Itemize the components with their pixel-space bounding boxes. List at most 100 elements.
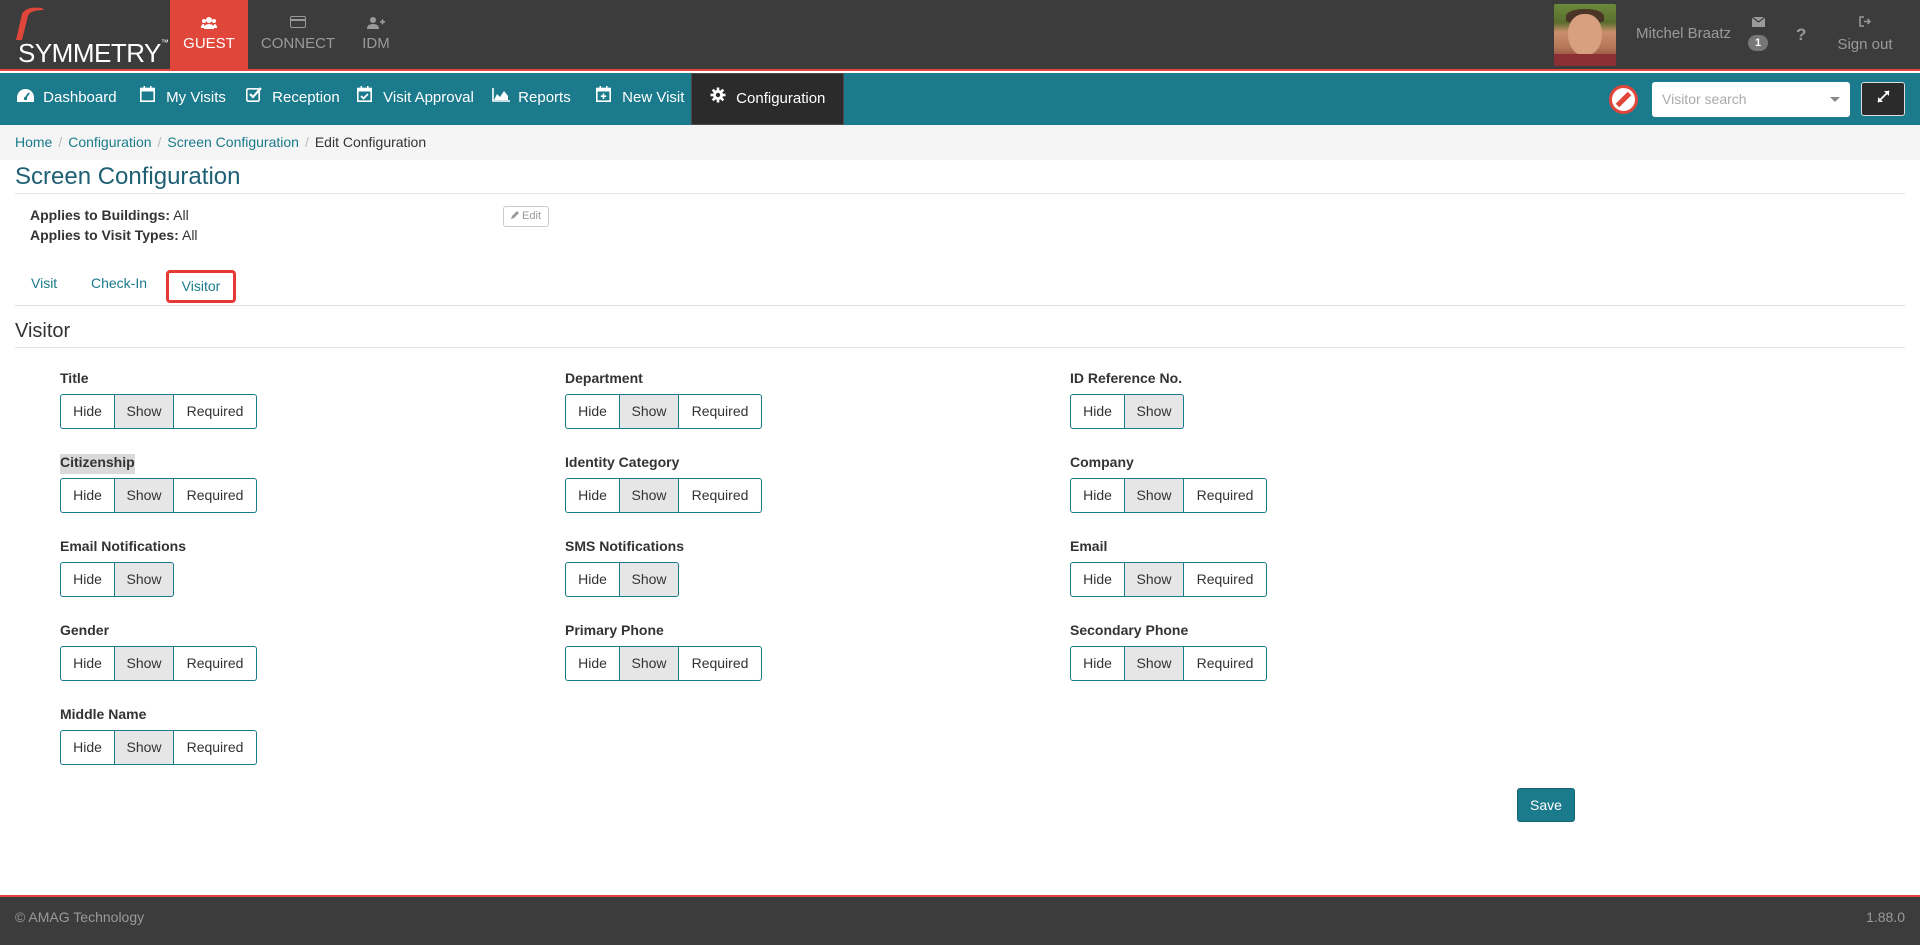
- user-avatar[interactable]: [1554, 4, 1616, 66]
- field-department: Department Hide Show Required: [565, 370, 762, 429]
- field-label: SMS Notifications: [565, 538, 685, 554]
- breadcrumb-configuration[interactable]: Configuration: [68, 134, 151, 150]
- hide-button[interactable]: Hide: [60, 478, 115, 513]
- applies-buildings-label: Applies to Buildings:: [30, 207, 170, 223]
- nav-configuration[interactable]: Configuration: [691, 73, 845, 125]
- help-button[interactable]: ?: [1796, 25, 1806, 45]
- breadcrumb-home[interactable]: Home: [15, 134, 52, 150]
- nav-new-visit[interactable]: New Visit: [596, 73, 684, 125]
- show-button[interactable]: Show: [620, 562, 679, 597]
- nav-label: Visit Approval: [383, 89, 474, 106]
- show-button[interactable]: Show: [1125, 394, 1184, 429]
- messages-badge: 1: [1748, 35, 1768, 51]
- show-button[interactable]: Show: [115, 394, 174, 429]
- field-gender: Gender Hide Show Required: [60, 622, 257, 681]
- gear-icon: [710, 74, 732, 124]
- field-label: Gender: [60, 622, 110, 638]
- tab-visit[interactable]: Visit: [31, 275, 57, 291]
- hide-button[interactable]: Hide: [565, 646, 620, 681]
- field-label: ID Reference No.: [1070, 370, 1183, 386]
- hide-button[interactable]: Hide: [60, 646, 115, 681]
- required-button[interactable]: Required: [174, 478, 257, 513]
- app-tab-connect[interactable]: CONNECT: [259, 0, 337, 71]
- field-company: Company Hide Show Required: [1070, 454, 1267, 513]
- field-email-notifications: Email Notifications Hide Show: [60, 538, 186, 597]
- nav-visit-approval[interactable]: Visit Approval: [357, 73, 474, 125]
- app-tab-idm[interactable]: IDM: [337, 0, 415, 71]
- required-button[interactable]: Required: [679, 394, 762, 429]
- required-button[interactable]: Required: [1184, 646, 1267, 681]
- required-button[interactable]: Required: [174, 730, 257, 765]
- edit-label: Edit: [522, 210, 542, 222]
- edit-button[interactable]: Edit: [503, 206, 549, 227]
- app-tab-guest[interactable]: GUEST: [170, 0, 248, 71]
- required-button[interactable]: Required: [679, 478, 762, 513]
- field-identity-category: Identity Category Hide Show Required: [565, 454, 762, 513]
- dashboard-icon: [17, 73, 39, 122]
- group-icon: [170, 16, 248, 34]
- hide-button[interactable]: Hide: [60, 562, 115, 597]
- hide-button[interactable]: Hide: [1070, 394, 1125, 429]
- messages-button[interactable]: 1: [1744, 15, 1772, 51]
- hide-button[interactable]: Hide: [565, 394, 620, 429]
- hide-button[interactable]: Hide: [1070, 478, 1125, 513]
- required-button[interactable]: Required: [174, 646, 257, 681]
- visibility-toggle-group: Hide Show Required: [60, 730, 257, 765]
- hide-button[interactable]: Hide: [60, 730, 115, 765]
- nav-reception[interactable]: Reception: [246, 73, 340, 125]
- hide-button[interactable]: Hide: [1070, 562, 1125, 597]
- breadcrumb-screen-configuration[interactable]: Screen Configuration: [167, 134, 299, 150]
- hide-button[interactable]: Hide: [565, 478, 620, 513]
- field-sms-notifications: SMS Notifications Hide Show: [565, 538, 684, 597]
- nav-label: New Visit: [622, 89, 685, 106]
- divider: [15, 305, 1905, 306]
- nav-my-visits[interactable]: My Visits: [140, 73, 226, 125]
- hide-button[interactable]: Hide: [1070, 646, 1125, 681]
- field-label: Primary Phone: [565, 622, 664, 638]
- visibility-toggle-group: Hide Show: [60, 562, 186, 597]
- hide-button[interactable]: Hide: [60, 394, 115, 429]
- field-label: Company: [1070, 454, 1134, 470]
- field-label: Email Notifications: [60, 538, 187, 554]
- tab-visitor[interactable]: Visitor: [166, 270, 236, 303]
- tab-check-in[interactable]: Check-In: [91, 275, 147, 291]
- visitor-search-select[interactable]: Visitor search: [1652, 82, 1850, 117]
- applies-visit-types-value: All: [181, 227, 198, 243]
- calendar-icon: [140, 73, 162, 122]
- show-button[interactable]: Show: [115, 646, 174, 681]
- field-label: Title: [60, 370, 89, 386]
- show-button[interactable]: Show: [1125, 562, 1184, 597]
- show-button[interactable]: Show: [115, 562, 174, 597]
- sign-out-button[interactable]: Sign out: [1836, 16, 1894, 53]
- card-icon: [259, 16, 337, 34]
- show-button[interactable]: Show: [115, 730, 174, 765]
- hide-button[interactable]: Hide: [565, 562, 620, 597]
- required-button[interactable]: Required: [1184, 562, 1267, 597]
- nav-dashboard[interactable]: Dashboard: [17, 73, 117, 125]
- show-button[interactable]: Show: [620, 478, 679, 513]
- nav-reports[interactable]: Reports: [492, 73, 571, 125]
- visibility-toggle-group: Hide Show Required: [60, 394, 257, 429]
- show-button[interactable]: Show: [1125, 478, 1184, 513]
- breadcrumb: Home / Configuration / Screen Configuration /…: [15, 134, 427, 150]
- no-entry-icon[interactable]: [1609, 85, 1638, 114]
- save-button[interactable]: Save: [1517, 788, 1575, 822]
- field-label: Email: [1070, 538, 1108, 554]
- required-button[interactable]: Required: [174, 394, 257, 429]
- show-button[interactable]: Show: [1125, 646, 1184, 681]
- required-button[interactable]: Required: [1184, 478, 1267, 513]
- footer-version: 1.88.0: [1866, 909, 1905, 925]
- fullscreen-button[interactable]: [1861, 82, 1905, 116]
- show-button[interactable]: Show: [620, 646, 679, 681]
- logo-text: SYMMETRY: [18, 38, 161, 68]
- symmetry-logo[interactable]: SYMMETRY™: [6, 4, 169, 68]
- breadcrumb-current: Edit Configuration: [314, 134, 427, 150]
- show-button[interactable]: Show: [620, 394, 679, 429]
- field-secondary-phone: Secondary Phone Hide Show Required: [1070, 622, 1267, 681]
- visibility-toggle-group: Hide Show Required: [1070, 478, 1267, 513]
- applies-visit-types: Applies to Visit Types: All: [30, 227, 198, 243]
- visitor-search-placeholder: Visitor search: [1662, 91, 1747, 107]
- required-button[interactable]: Required: [679, 646, 762, 681]
- show-button[interactable]: Show: [115, 478, 174, 513]
- user-name[interactable]: Mitchel Braatz: [1636, 25, 1731, 42]
